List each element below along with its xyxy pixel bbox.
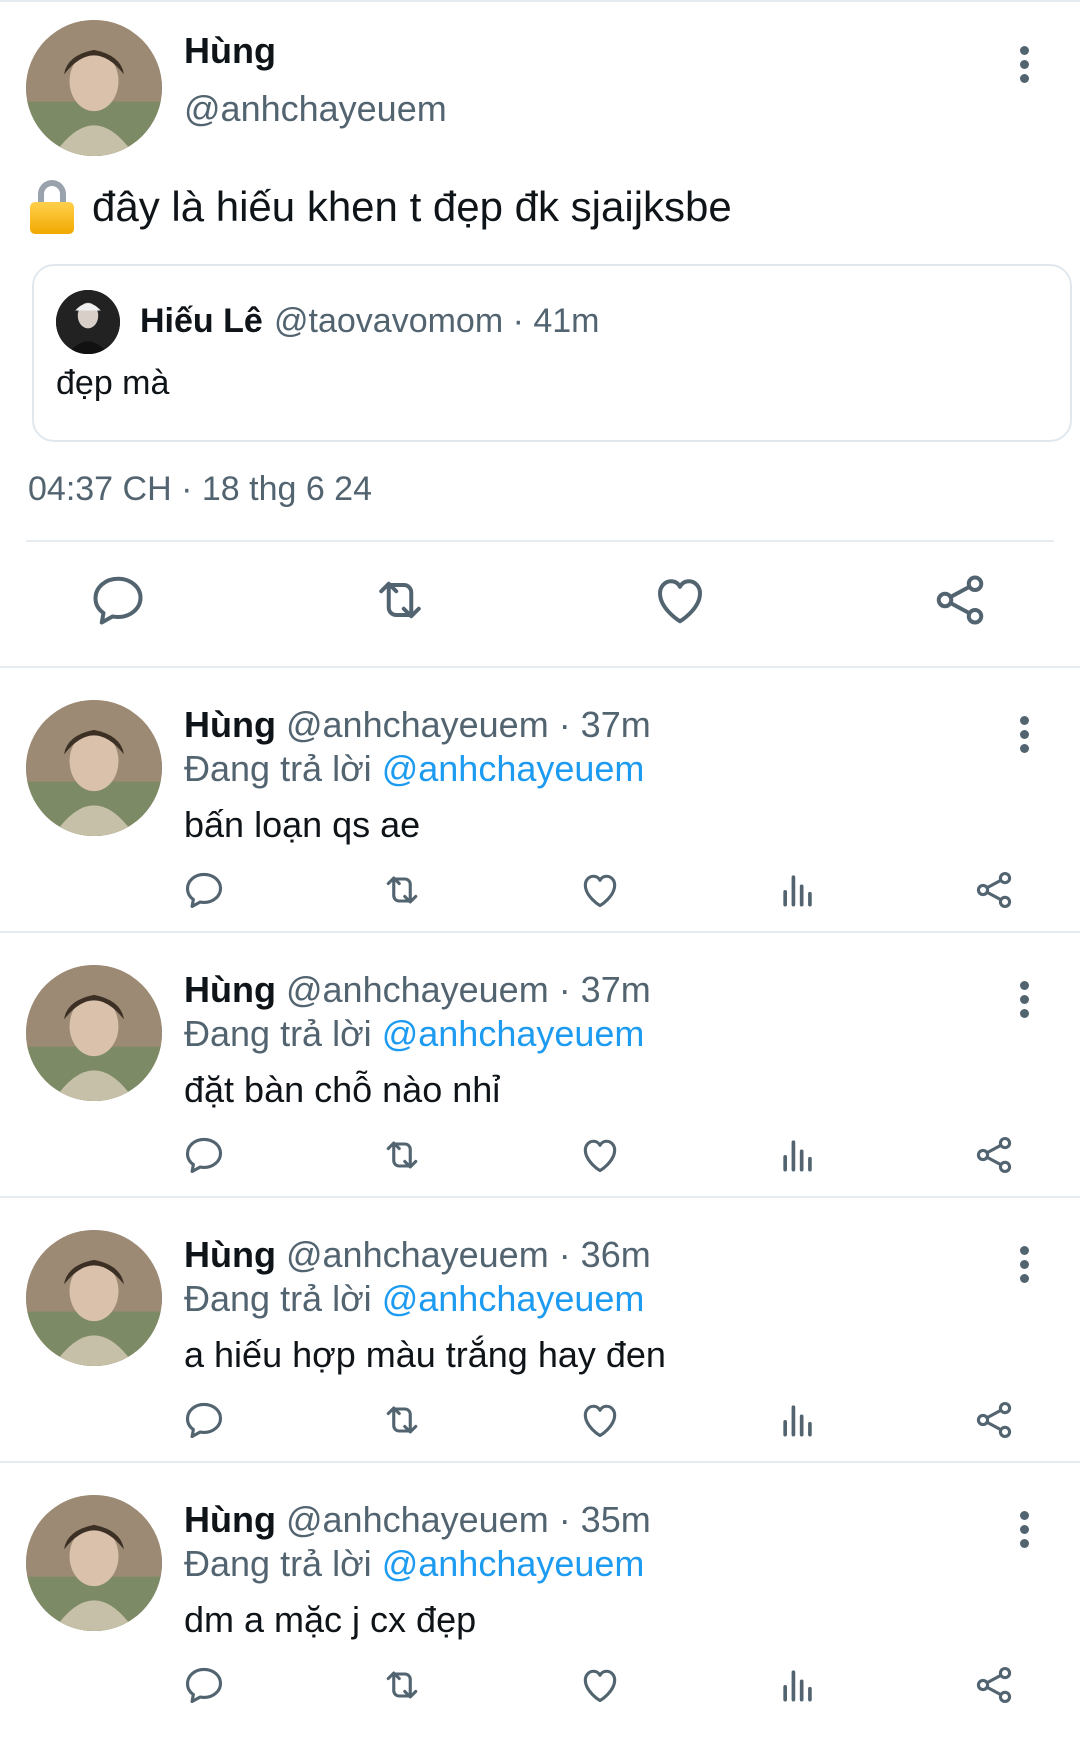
- share-icon[interactable]: [972, 1398, 1016, 1442]
- mention-link[interactable]: @anhchayeuem: [382, 1013, 645, 1054]
- tweet-text-row: đây là hiếu khen t đẹp đk sjaijksbe: [30, 180, 732, 234]
- reply-tweet[interactable]: Hùng @anhchayeuem · 35m Đang trả lời @an…: [0, 1463, 1080, 1727]
- author-name[interactable]: Hùng: [184, 969, 276, 1010]
- retweet-icon[interactable]: [370, 570, 430, 630]
- reply-icon[interactable]: [182, 1133, 226, 1177]
- share-icon[interactable]: [930, 570, 990, 630]
- share-icon[interactable]: [972, 1663, 1016, 1707]
- views-icon[interactable]: [776, 1133, 820, 1177]
- share-icon[interactable]: [972, 868, 1016, 912]
- mention-link[interactable]: @anhchayeuem: [382, 748, 645, 789]
- views-icon[interactable]: [776, 1663, 820, 1707]
- replying-label: Đang trả lời: [184, 1013, 372, 1054]
- share-icon[interactable]: [972, 1133, 1016, 1177]
- reply-icon[interactable]: [182, 1398, 226, 1442]
- reply-header: Hùng @anhchayeuem · 35m: [184, 1499, 651, 1541]
- reply-text: bấn loạn qs ae: [184, 804, 421, 845]
- avatar[interactable]: [26, 1495, 162, 1631]
- author-meta[interactable]: @anhchayeuem · 36m: [286, 1234, 651, 1275]
- quoted-tweet[interactable]: Hiếu Lê @taovavomom · 41m đẹp mà: [32, 264, 1072, 442]
- like-icon[interactable]: [578, 868, 622, 912]
- more-options-icon[interactable]: [1014, 716, 1034, 760]
- avatar[interactable]: [26, 20, 162, 156]
- replying-to: Đang trả lời @anhchayeuem: [184, 1013, 644, 1055]
- reply-tweet[interactable]: Hùng @anhchayeuem · 37m Đang trả lời @an…: [0, 668, 1080, 932]
- retweet-icon[interactable]: [380, 1663, 424, 1707]
- retweet-icon[interactable]: [380, 1398, 424, 1442]
- tweet-actions: [0, 570, 1080, 640]
- quoted-meta: @taovavomom · 41m: [274, 302, 600, 340]
- replying-to: Đang trả lời @anhchayeuem: [184, 1543, 644, 1585]
- reply-header: Hùng @anhchayeuem · 37m: [184, 969, 651, 1011]
- reply-icon[interactable]: [182, 868, 226, 912]
- author-name[interactable]: Hùng: [184, 1499, 276, 1540]
- reply-header: Hùng @anhchayeuem · 36m: [184, 1234, 651, 1276]
- like-icon[interactable]: [650, 570, 710, 630]
- reply-tweet[interactable]: Hùng @anhchayeuem · 37m Đang trả lời @an…: [0, 933, 1080, 1197]
- like-icon[interactable]: [578, 1663, 622, 1707]
- lock-icon: [30, 180, 74, 234]
- reply-actions: [0, 1663, 1080, 1713]
- replying-label: Đang trả lời: [184, 1543, 372, 1584]
- author-name[interactable]: Hùng: [184, 30, 276, 72]
- quoted-avatar: [56, 290, 120, 354]
- avatar[interactable]: [26, 1230, 162, 1366]
- replying-label: Đang trả lời: [184, 1278, 372, 1319]
- mention-link[interactable]: @anhchayeuem: [382, 1543, 645, 1584]
- mention-link[interactable]: @anhchayeuem: [382, 1278, 645, 1319]
- tweet-timestamp[interactable]: 04:37 CH · 18 thg 6 24: [28, 470, 372, 509]
- author-name[interactable]: Hùng: [184, 704, 276, 745]
- reply-icon[interactable]: [182, 1663, 226, 1707]
- replying-to: Đang trả lời @anhchayeuem: [184, 1278, 644, 1320]
- views-icon[interactable]: [776, 1398, 820, 1442]
- author-handle[interactable]: @anhchayeuem: [184, 88, 447, 130]
- reply-icon[interactable]: [88, 570, 148, 630]
- replying-to: Đang trả lời @anhchayeuem: [184, 748, 644, 790]
- views-icon[interactable]: [776, 868, 820, 912]
- quoted-author-name: Hiếu Lê: [140, 302, 263, 340]
- more-options-icon[interactable]: [1014, 1246, 1034, 1290]
- retweet-icon[interactable]: [380, 1133, 424, 1177]
- like-icon[interactable]: [578, 1398, 622, 1442]
- reply-header: Hùng @anhchayeuem · 37m: [184, 704, 651, 746]
- author-name[interactable]: Hùng: [184, 1234, 276, 1275]
- reply-actions: [0, 1398, 1080, 1448]
- reply-actions: [0, 868, 1080, 918]
- quoted-text: đẹp mà: [56, 364, 170, 402]
- reply-tweet[interactable]: Hùng @anhchayeuem · 36m Đang trả lời @an…: [0, 1198, 1080, 1462]
- reply-actions: [0, 1133, 1080, 1183]
- divider: [26, 540, 1054, 542]
- more-options-icon[interactable]: [1014, 1511, 1034, 1555]
- main-tweet: Hùng @anhchayeuem đây là hiếu khen t đẹp…: [0, 0, 1080, 668]
- reply-text: a hiếu hợp màu trắng hay đen: [184, 1334, 666, 1375]
- retweet-icon[interactable]: [380, 868, 424, 912]
- tweet-text: đây là hiếu khen t đẹp đk sjaijksbe: [92, 183, 732, 230]
- reply-text: dm a mặc j cx đẹp: [184, 1599, 477, 1640]
- reply-text: đặt bàn chỗ nào nhỉ: [184, 1069, 501, 1110]
- replying-label: Đang trả lời: [184, 748, 372, 789]
- author-meta[interactable]: @anhchayeuem · 35m: [286, 1499, 651, 1540]
- avatar[interactable]: [26, 965, 162, 1101]
- avatar[interactable]: [26, 700, 162, 836]
- more-options-icon[interactable]: [1014, 981, 1034, 1025]
- more-options-icon[interactable]: [1014, 46, 1034, 90]
- author-meta[interactable]: @anhchayeuem · 37m: [286, 969, 651, 1010]
- like-icon[interactable]: [578, 1133, 622, 1177]
- author-meta[interactable]: @anhchayeuem · 37m: [286, 704, 651, 745]
